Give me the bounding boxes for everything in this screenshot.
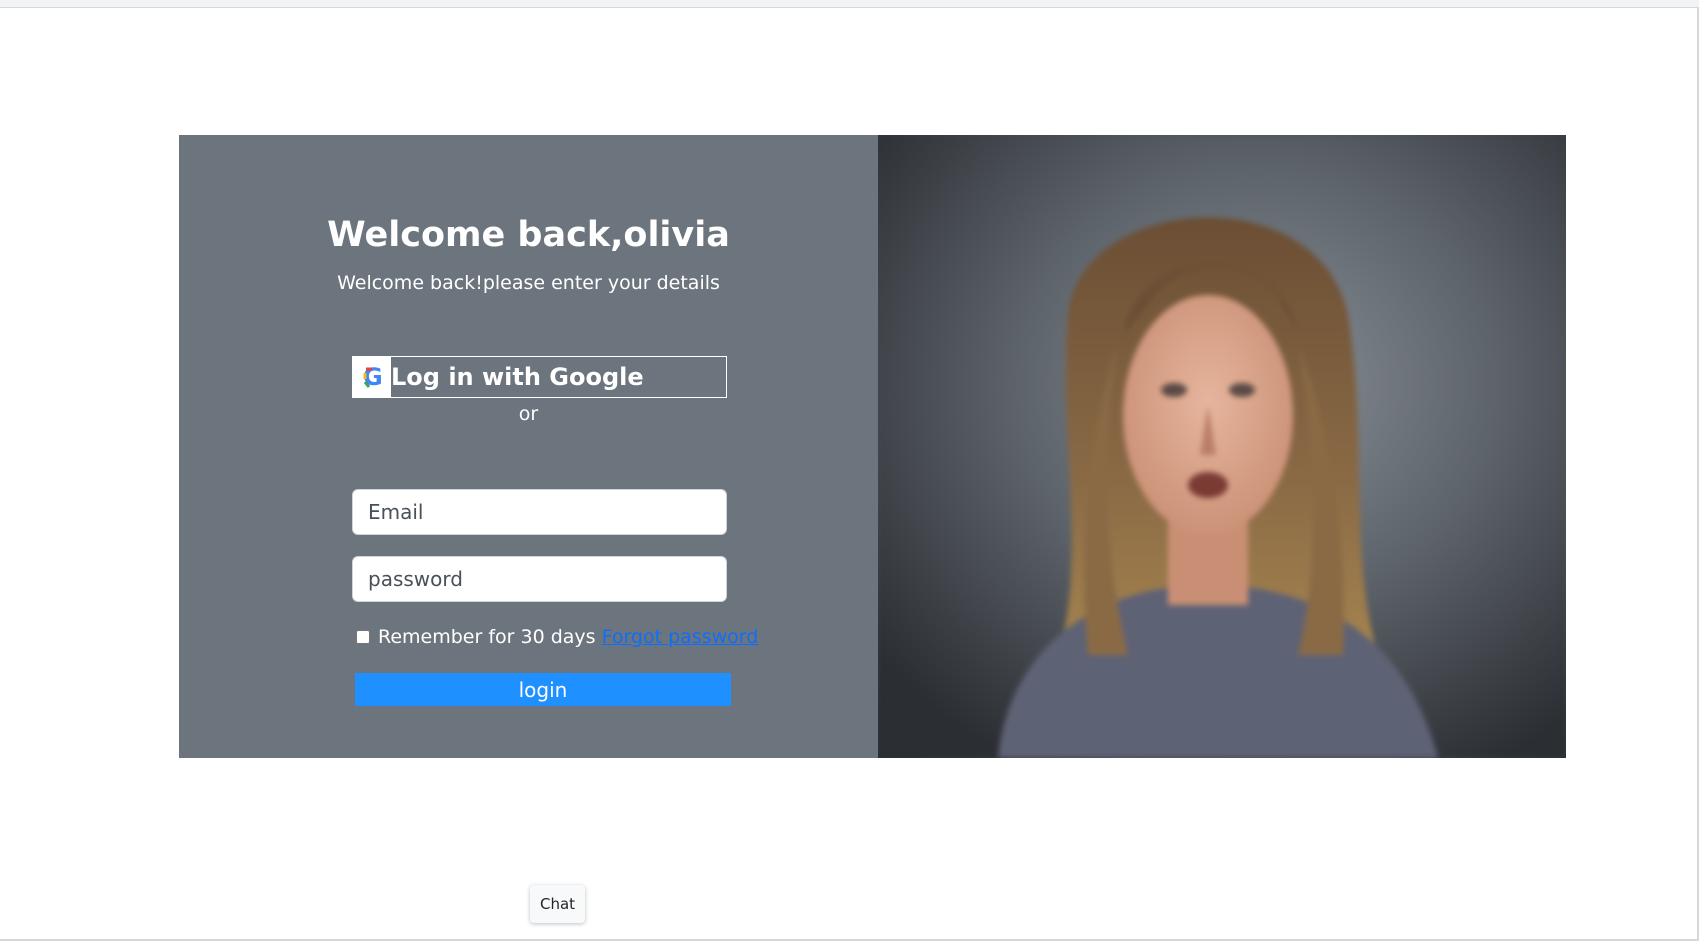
remember-checkbox[interactable]: [356, 630, 370, 644]
remember-label: Remember for 30 days: [378, 626, 596, 648]
login-page: Welcome back,olivia Welcome back!please …: [0, 0, 1699, 941]
google-logo-icon: G: [353, 357, 391, 397]
portrait-image: [878, 135, 1566, 758]
email-field[interactable]: [352, 489, 727, 535]
page-subtitle: Welcome back!please enter your details: [337, 272, 720, 294]
remember-row: Remember for 30 days Forgot password: [356, 626, 758, 648]
page-title: Welcome back,olivia: [327, 215, 730, 255]
login-form-panel: Welcome back,olivia Welcome back!please …: [179, 135, 878, 758]
or-divider-text: or: [518, 403, 539, 425]
hero-photo: [878, 135, 1566, 758]
login-card: Welcome back,olivia Welcome back!please …: [179, 135, 1566, 758]
chat-button[interactable]: Chat: [530, 885, 585, 923]
password-field[interactable]: [352, 556, 727, 602]
google-login-label: Log in with Google: [391, 363, 644, 391]
login-button[interactable]: login: [355, 673, 731, 706]
browser-top-edge: [0, 0, 1699, 8]
google-login-button[interactable]: G Log in with Google: [352, 356, 727, 398]
forgot-password-link[interactable]: Forgot password: [602, 626, 759, 648]
